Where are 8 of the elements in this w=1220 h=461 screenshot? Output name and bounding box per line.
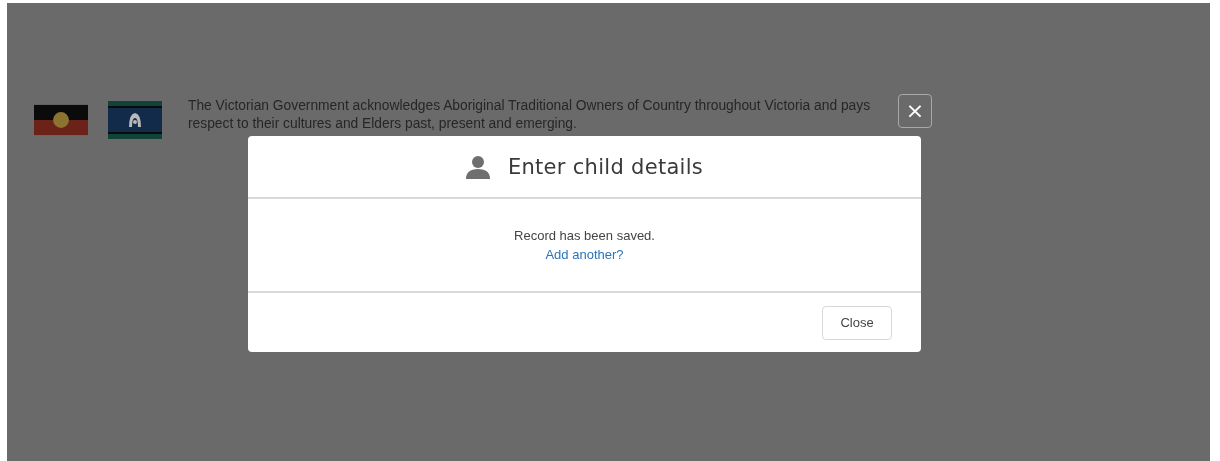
person-icon — [465, 154, 490, 179]
dialog-title: Enter child details — [507, 154, 704, 179]
saved-message: Record has been saved. — [514, 228, 655, 243]
close-dialog-button[interactable]: Close — [822, 305, 892, 340]
flag-icon — [108, 101, 162, 139]
acknowledgement-text: The Victorian Government acknowledges Aboriginal Traditional Owners of Country throughout Victoria and pays respect to their cultures and Elders past, present and emerging. — [188, 97, 872, 133]
close-button[interactable]: × — [898, 94, 932, 128]
add-another-link[interactable]: Add another? — [545, 247, 624, 262]
